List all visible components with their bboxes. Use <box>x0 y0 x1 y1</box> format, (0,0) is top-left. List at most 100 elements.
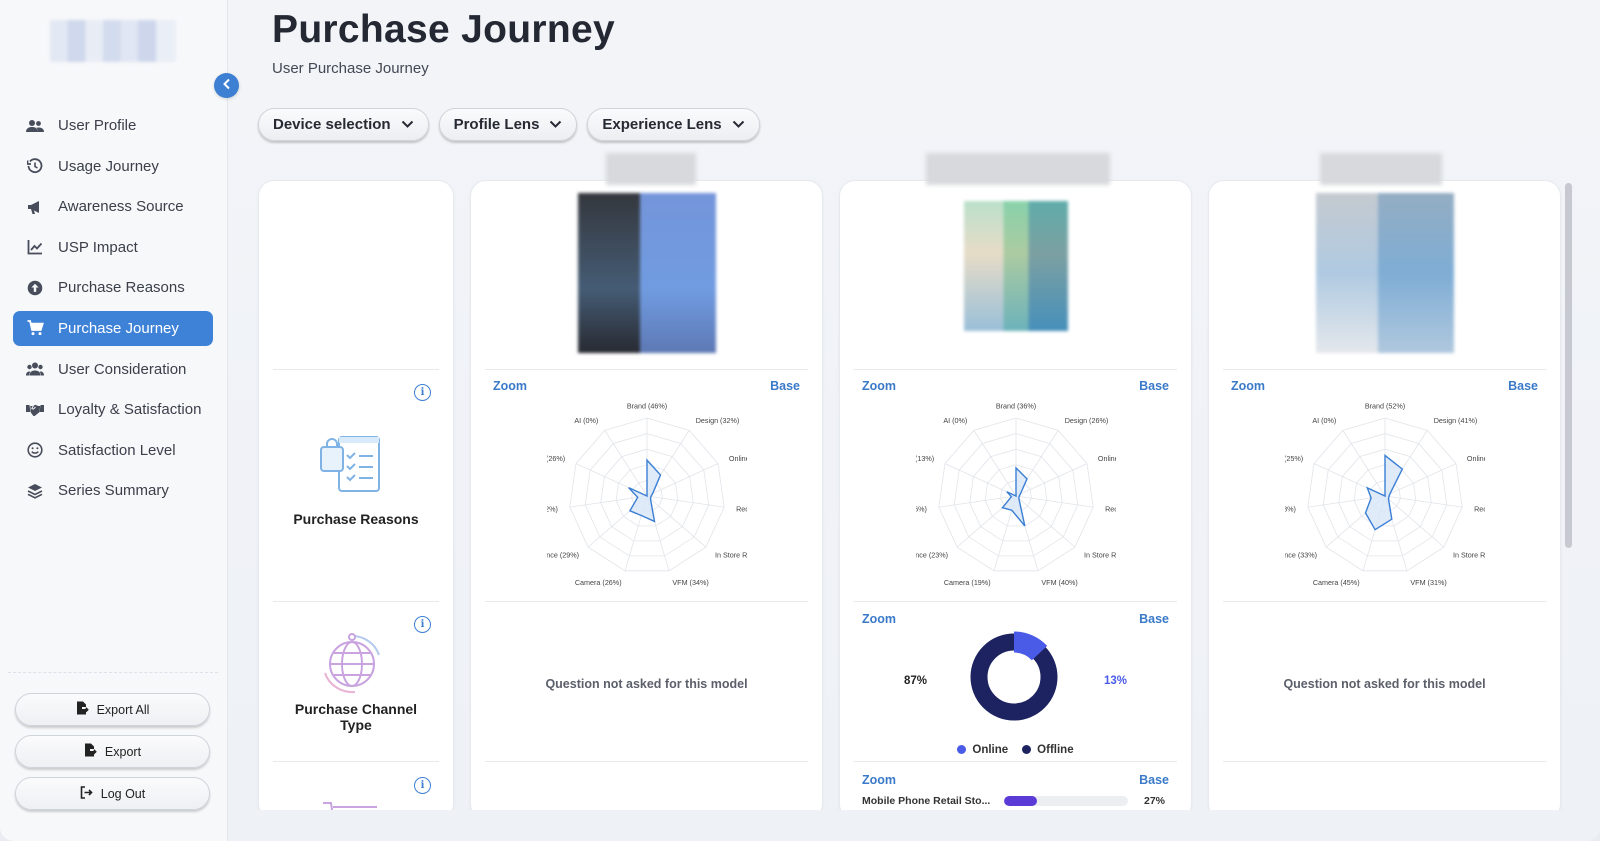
sidebar-item-loyalty-satisfaction[interactable]: Loyalty & Satisfaction <box>13 392 213 427</box>
store-bar-row: Mobile Phone Retail Sto... 27% <box>862 795 1169 807</box>
zoom-link[interactable]: Zoom <box>1231 379 1265 393</box>
export-button[interactable]: Export <box>15 735 210 768</box>
model-card: Zoom Base Brand (52%) Design (41%) Online … <box>1208 180 1561 820</box>
divider <box>1223 601 1546 602</box>
model-name-redacted <box>606 153 696 185</box>
purchase-channel-donut-chart <box>970 631 1058 721</box>
sidebar-item-user-consideration[interactable]: User Consideration <box>13 352 213 387</box>
model-card: Zoom Base Brand (46%) Design (32%) Online … <box>470 180 823 820</box>
purchase-reasons-title: Purchase Reasons <box>293 511 419 527</box>
radar-axis-label: & Schemes (6%) <box>916 504 927 513</box>
legend-dot <box>1022 745 1032 754</box>
sidebar-item-awareness-source[interactable]: Awareness Source <box>13 189 213 224</box>
sign-out-icon <box>80 785 93 802</box>
radar-axis-label: In Store Recommendatic <box>1453 550 1485 559</box>
radar-axis-label: & Schemes (12%) <box>547 504 558 513</box>
brand-logo <box>50 20 176 62</box>
not-asked-message: Question not asked for this model <box>1283 677 1486 691</box>
radar-axis-label: In Store Recommendatic <box>715 550 747 559</box>
radar-header: Zoom Base <box>1231 379 1538 393</box>
base-link[interactable]: Base <box>1139 773 1169 787</box>
sidebar-item-label: Usage Journey <box>58 157 159 175</box>
sidebar-item-label: User Profile <box>58 117 137 134</box>
device-selection-dropdown[interactable]: Device selection <box>258 108 429 141</box>
radar-axis-label: & Schemes (18%) <box>1285 504 1296 513</box>
divider <box>854 369 1177 370</box>
model-name-redacted <box>1320 153 1442 185</box>
store-bar-fill <box>1004 796 1038 806</box>
store-label: Mobile Phone Retail Sto... <box>862 795 991 807</box>
sidebar-nav: User Profile Usage Journey Awareness Sou… <box>13 108 213 514</box>
divider <box>273 369 439 370</box>
zoom-link[interactable]: Zoom <box>493 379 527 393</box>
purchase-channel-title-line: Purchase Channel <box>294 701 418 717</box>
radar-axis-label: Design (41%) <box>1434 416 1478 425</box>
info-icon[interactable]: i <box>414 616 431 633</box>
globe-illustration-icon <box>321 633 385 700</box>
donut-online-segment <box>1013 631 1048 661</box>
file-export-icon <box>76 701 89 718</box>
base-link[interactable]: Base <box>770 379 800 393</box>
radar-axis-label: In Store Recommendatic <box>1084 550 1116 559</box>
radar-axis-label: e Aspects (26%) <box>547 454 565 463</box>
logout-button[interactable]: Log Out <box>15 777 210 810</box>
purchase-channel-title: Purchase Channel Type <box>259 701 453 733</box>
file-export-icon <box>84 743 97 760</box>
collapse-sidebar-button[interactable] <box>214 73 239 98</box>
smile-icon <box>26 441 44 459</box>
content-scrollbar[interactable] <box>1565 183 1572 548</box>
sidebar-item-user-profile[interactable]: User Profile <box>13 108 213 143</box>
profile-lens-dropdown[interactable]: Profile Lens <box>438 108 578 141</box>
zoom-link[interactable]: Zoom <box>862 773 896 787</box>
megaphone-icon <box>26 198 44 216</box>
chevron-left-icon <box>222 77 232 94</box>
sidebar-item-label: USP Impact <box>58 238 138 256</box>
experience-lens-dropdown[interactable]: Experience Lens <box>587 108 760 141</box>
radar-axis-label: VFM (31%) <box>1410 578 1446 587</box>
radar-series-polygon <box>1364 453 1404 531</box>
handshake-icon <box>26 401 44 419</box>
radar-axis-label: Online Reviews <box>729 454 747 463</box>
not-asked-message: Question not asked for this model <box>545 677 748 691</box>
divider <box>1223 761 1546 762</box>
online-percent: 13% <box>1104 675 1128 687</box>
sidebar-divider <box>8 672 218 673</box>
sidebar-item-satisfaction-level[interactable]: Satisfaction Level <box>13 433 213 468</box>
export-label: Export <box>104 744 142 759</box>
base-link[interactable]: Base <box>1139 612 1169 626</box>
sidebar-item-purchase-journey[interactable]: Purchase Journey <box>13 310 213 346</box>
sidebar-item-label: Purchase Journey <box>58 319 179 337</box>
content-bottom-edge <box>228 810 1600 841</box>
chevron-down-icon <box>401 118 414 132</box>
legend-dot <box>957 745 967 754</box>
filter-label: Profile Lens <box>453 116 540 133</box>
radar-axis-label: erformance (33%) <box>1285 550 1317 559</box>
history-icon <box>26 157 44 175</box>
radar-axis-label: AI (0%) <box>574 416 598 425</box>
radar-axis-label: VFM (40%) <box>1041 578 1077 587</box>
sidebar-item-usp-impact[interactable]: USP Impact <box>13 230 213 265</box>
model-name-redacted <box>926 153 1110 185</box>
zoom-link[interactable]: Zoom <box>862 379 896 393</box>
base-link[interactable]: Base <box>1139 379 1169 393</box>
users-icon <box>26 360 44 378</box>
sidebar-item-label: Purchase Reasons <box>58 279 185 297</box>
base-link[interactable]: Base <box>1508 379 1538 393</box>
sidebar-item-usage-journey[interactable]: Usage Journey <box>13 149 213 184</box>
purchase-reasons-radar-chart: Brand (46%) Design (32%) Online Reviews Rec… <box>547 402 747 587</box>
sidebar-item-purchase-reasons[interactable]: Purchase Reasons <box>13 270 213 305</box>
sidebar-item-series-summary[interactable]: Series Summary <box>13 473 213 508</box>
info-icon[interactable]: i <box>414 777 431 794</box>
radar-axis-label: Online Reviews <box>1467 454 1485 463</box>
info-icon[interactable]: i <box>414 384 431 401</box>
radar-axis-label: Camera (45%) <box>1313 578 1360 587</box>
export-all-button[interactable]: Export All <box>15 693 210 726</box>
sidebar: User Profile Usage Journey Awareness Sou… <box>0 0 228 841</box>
page-title: Purchase Journey <box>272 8 615 51</box>
phone-image <box>963 201 1068 331</box>
radar-spoke <box>646 495 725 508</box>
radar-axis-label: Recomendation fr <box>736 504 747 513</box>
sidebar-item-label: Series Summary <box>58 482 169 500</box>
radar-series-polygon <box>628 458 662 523</box>
zoom-link[interactable]: Zoom <box>862 612 896 626</box>
